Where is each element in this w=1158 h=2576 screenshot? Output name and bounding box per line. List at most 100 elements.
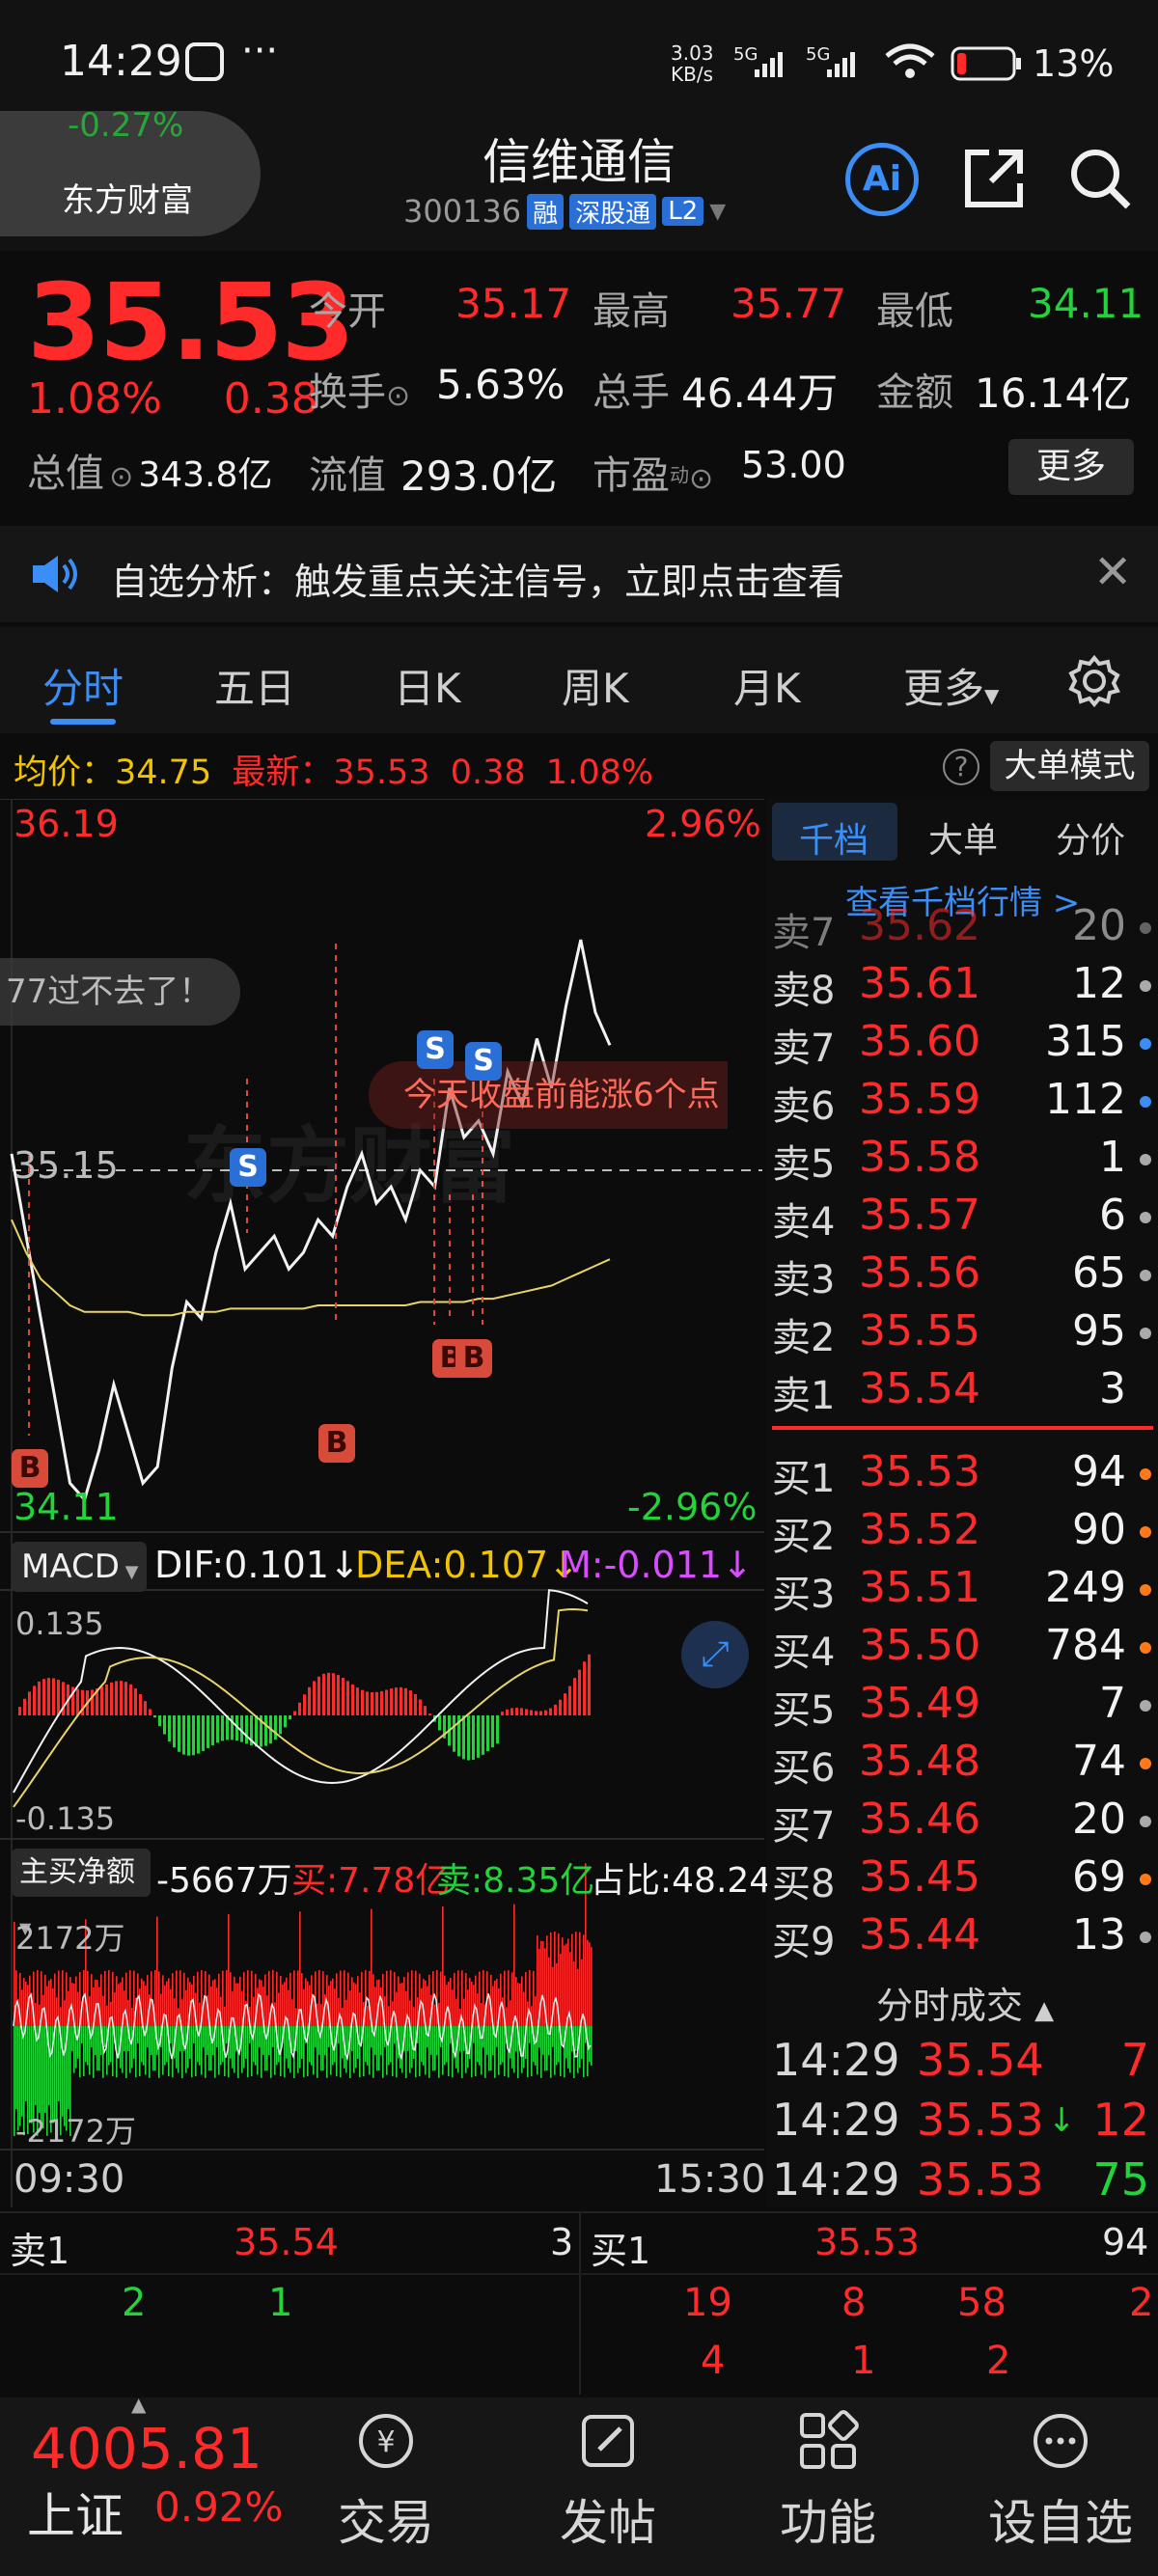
flow-buy-bar [587,1939,589,2026]
flow-buy-bar [579,1932,581,2026]
comment-bubble-left[interactable]: 77过不去了！ [0,958,241,1026]
flow-sell-bar [179,2026,181,2052]
flow-buy-bar [75,1976,77,2026]
share-icon[interactable] [960,145,1028,212]
post-icon [582,2415,634,2467]
sell-marker[interactable]: S [417,1030,454,1069]
panel-tab-price-dist[interactable]: 分价 [1056,812,1125,863]
help-icon[interactable]: ? [943,749,979,785]
flow-buy-bar [199,2002,201,2026]
macd-bar [139,1693,142,1715]
expand-icon[interactable]: ⤢ [681,1621,749,1688]
flow-sell-bar [311,2026,313,2066]
ask-row[interactable]: 卖3 35.56 65 [772,1248,1153,1306]
search-icon[interactable] [1066,145,1134,212]
flow-sell-bar [490,2026,492,2071]
flow-buy-bar [550,1932,552,2026]
flow-buy-bar [124,1990,125,2026]
macd-bar [419,1699,422,1715]
bid-row[interactable]: 买7 35.46 20 [772,1795,1153,1852]
buy-marker[interactable]: B [318,1424,355,1463]
flow-buy-bar [21,1989,23,2026]
more-button[interactable]: 更多 [1008,439,1134,495]
nav-trade[interactable]: ¥ 交易 [318,2407,454,2554]
flow-sell-bar [301,2026,303,2059]
macd-bar [472,1715,475,1760]
comment-bubble-right[interactable]: 今天收盘前能涨6个点 [369,1061,728,1129]
sell-marker[interactable]: S [465,1042,502,1081]
index-value[interactable]: 4005.81 [31,2416,262,2481]
tab-daily[interactable]: 日K [394,656,461,715]
bid-dot-icon [1140,1700,1151,1712]
macd-bar [298,1702,301,1715]
panel-tab-big-order[interactable]: 大单 [928,812,998,863]
buy-marker[interactable]: B [12,1449,48,1488]
ask-row[interactable]: 卖5 35.58 1 [772,1133,1153,1191]
ask-label: 卖7 [772,1027,836,1071]
flow-sell-bar [326,2026,328,2078]
buy-marker[interactable]: B [455,1339,492,1378]
ask-row[interactable]: 卖7 35.60 315 [772,1017,1153,1075]
flow-buy-bar [380,1987,382,2026]
strip-ask-order-2: 1 [268,2281,293,2325]
flow-buy-bar [465,1972,467,2026]
macd-bar [539,1711,542,1715]
flow-sell-bar [58,2026,60,2102]
macd-selector[interactable]: MACD ▼ [12,1542,147,1592]
flow-sell-bar [39,2026,41,2114]
nav-functions[interactable]: 功能 [760,2407,896,2554]
bid-row[interactable]: 买9 35.44 13 [772,1910,1153,1968]
macd-bar [105,1684,108,1715]
chart-mid-price: 35.15 [14,1144,119,1187]
panel-tab-depth[interactable]: 千档 [799,812,868,863]
big-order-mode-button[interactable]: 大单模式 [990,741,1149,791]
ask-row[interactable]: 卖4 35.57 6 [772,1191,1153,1248]
bid-row[interactable]: 买1 35.53 94 [772,1447,1153,1505]
stock-code-row[interactable]: 300136 融 深股通 L2 ▼ [403,193,726,230]
notice-text[interactable]: 自选分析：触发重点关注信号，立即点击查看 [111,552,844,605]
nav-post[interactable]: 发帖 [540,2407,676,2554]
trades-title[interactable]: 分时成交 ▲ [876,1976,1054,2029]
ask-label: 卖3 [772,1258,836,1302]
index-name[interactable]: 上证 [27,2478,124,2547]
strip-bid-label: 买1 [591,2230,651,2272]
flow-buy-bar [361,1971,363,2026]
macd-bar [361,1689,364,1715]
flow-buy-bar [251,1970,253,2026]
ask-label: 卖6 [772,1084,836,1129]
bid-row[interactable]: 买3 35.51 249 [772,1563,1153,1621]
bid-row[interactable]: 买4 35.50 784 [772,1621,1153,1679]
ask-row[interactable]: 卖7 35.62 20 [772,901,1153,959]
flow-selector[interactable]: 主买净额 ▼ [12,1849,151,1937]
flow-sell-bar [83,2026,85,2077]
tab-monthly[interactable]: 月K [733,656,801,715]
flow-buy-bar [403,1977,405,2026]
ask-row[interactable]: 卖6 35.59 112 [772,1075,1153,1133]
tab-weekly[interactable]: 周K [562,656,629,715]
tab-intraday[interactable]: 分时 [42,656,124,715]
flow-sell-bar [554,2026,556,2075]
bid-row[interactable]: 买6 35.48 74 [772,1737,1153,1795]
flow-sell-bar [376,2026,378,2071]
close-icon[interactable]: ✕ [1093,545,1132,599]
open-value: 35.17 [455,280,572,327]
bid-price: 35.52 [859,1505,980,1554]
nav-add-watchlist[interactable]: 设自选 [979,2407,1143,2554]
settings-gear-icon[interactable] [1067,654,1121,708]
flow-buy-bar [388,2006,390,2026]
ask-row[interactable]: 卖2 35.55 95 [772,1306,1153,1364]
ai-icon[interactable]: Ai [845,143,919,216]
bid-price: 35.51 [859,1563,980,1612]
ask-row[interactable]: 卖8 35.61 12 [772,959,1153,1017]
bid-row[interactable]: 买2 35.52 90 [772,1505,1153,1563]
ask-row[interactable]: 卖1 35.54 3 [772,1364,1153,1422]
sell-marker[interactable]: S [230,1148,266,1187]
bid-row[interactable]: 买5 35.49 7 [772,1679,1153,1737]
tab-five-day[interactable]: 五日 [214,656,295,715]
bid-row[interactable]: 买8 35.45 69 [772,1852,1153,1910]
trade-volume: 7 [1120,2034,1149,2086]
flow-buy-bar [583,1934,585,2026]
flow-sell-bar [504,2026,506,2076]
volume-value: 46.44万 [681,370,839,417]
tab-more[interactable]: 更多▼ [903,656,999,715]
